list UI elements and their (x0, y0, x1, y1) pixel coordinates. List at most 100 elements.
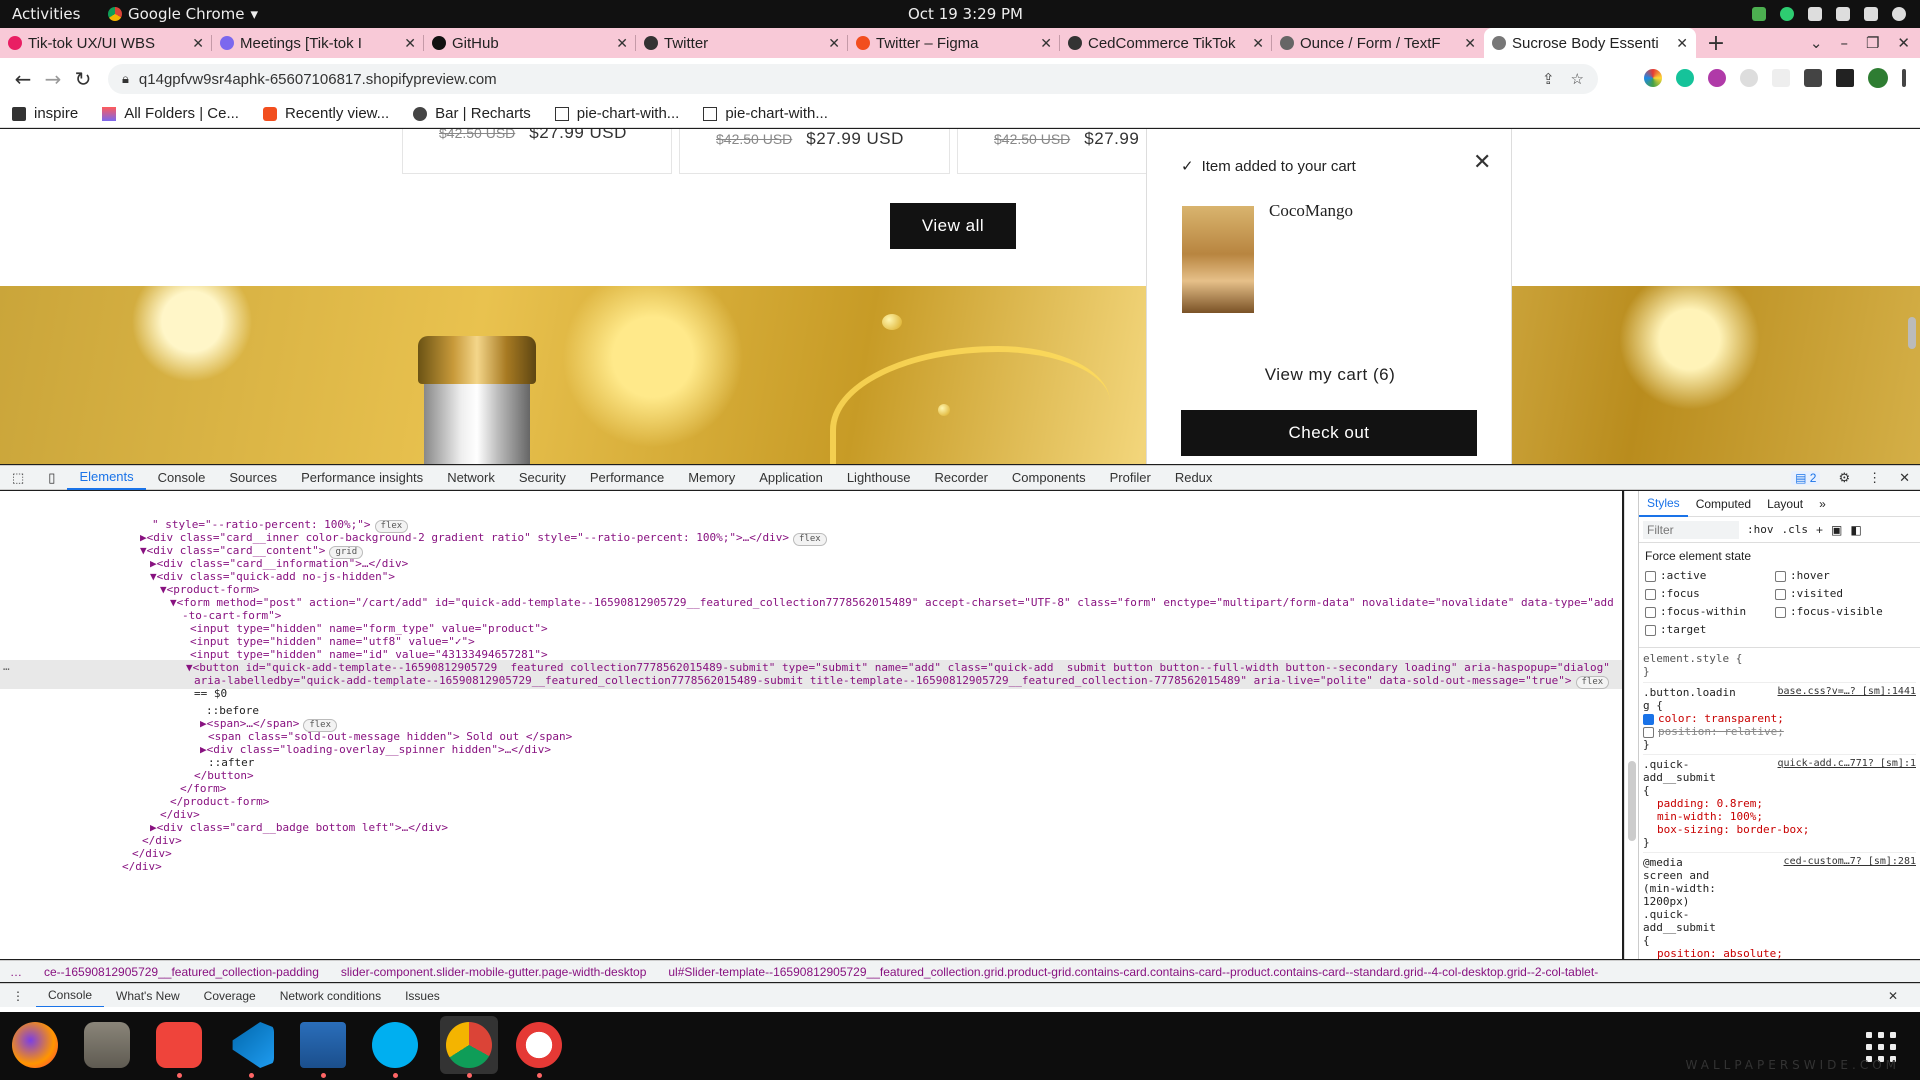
tab[interactable]: GitHub ✕ (424, 28, 636, 58)
close-drawer-icon[interactable]: ✕ (1876, 989, 1910, 1003)
view-cart-link[interactable]: View my cart (6) (1147, 365, 1513, 385)
view-all-button[interactable]: View all (890, 203, 1016, 249)
dom-node-line[interactable]: </div> (122, 859, 162, 875)
tab[interactable]: Meetings [Tik-tok I ✕ (212, 28, 424, 58)
restore-icon[interactable]: ❐ (1866, 34, 1879, 52)
property-checkbox[interactable] (1643, 726, 1654, 738)
drawer-tab-issues[interactable]: Issues (393, 989, 452, 1003)
tab-memory[interactable]: Memory (676, 465, 747, 490)
tab[interactable]: Twitter ✕ (636, 28, 848, 58)
close-icon[interactable]: ✕ (192, 35, 204, 52)
tab-lighthouse[interactable]: Lighthouse (835, 465, 923, 490)
bookmark-folder[interactable]: inspire (0, 105, 90, 122)
menu-kebab-icon[interactable] (1902, 69, 1906, 87)
text-extension-icon[interactable] (1772, 69, 1790, 87)
dom-node-line[interactable]: ▼<form method="post" action="/cart/add" … (170, 595, 1614, 611)
checkbox[interactable] (1645, 570, 1656, 582)
add-rule-icon[interactable]: + (1816, 523, 1823, 537)
tab-layout[interactable]: Layout (1759, 497, 1811, 511)
back-icon[interactable]: ← (8, 67, 38, 91)
dom-node-line[interactable]: ▶<div class="card__badge bottom left">…<… (150, 820, 448, 836)
style-rule[interactable]: quick-add.c…771? [sm]:1 .quick-add__submi… (1643, 755, 1916, 853)
task-icon[interactable] (516, 1022, 562, 1068)
state-visited[interactable]: :visited (1775, 587, 1883, 605)
tab-console[interactable]: Console (146, 465, 218, 490)
drawer-tab-network-conditions[interactable]: Network conditions (268, 989, 393, 1003)
forward-icon[interactable]: → (38, 67, 68, 91)
address-bar[interactable]: 🔒︎ q14gpfvw9sr4aphk-65607106817.shopifyp… (108, 64, 1598, 94)
extension-icon[interactable] (1708, 69, 1726, 87)
tab-active[interactable]: Sucrose Body Essenti ✕ (1484, 28, 1696, 58)
checkout-button[interactable]: Check out (1181, 410, 1477, 456)
breadcrumb[interactable]: slider-component.slider-mobile-gutter.pa… (341, 965, 646, 979)
app-menu[interactable]: Google Chrome ▾ (108, 5, 258, 23)
tab[interactable]: Ounce / Form / TextF ✕ (1272, 28, 1484, 58)
tab-network[interactable]: Network (435, 465, 507, 490)
layout-badge[interactable]: flex (1575, 676, 1610, 689)
elements-scrollbar[interactable] (1624, 491, 1638, 959)
drawer-menu-icon[interactable]: ⋮ (0, 989, 36, 1003)
close-icon[interactable]: ✕ (1464, 35, 1476, 52)
tab-search-icon[interactable]: ⌄ (1810, 34, 1823, 52)
bookmark[interactable]: Bar | Recharts (401, 105, 543, 122)
rule-source-link[interactable]: ced-custom…7? [sm]:281 (1784, 856, 1916, 867)
inspect-element-icon[interactable]: ⬚ (0, 465, 36, 490)
close-icon[interactable]: ✕ (1040, 35, 1052, 52)
tab-components[interactable]: Components (1000, 465, 1098, 490)
style-rule[interactable]: ced-custom…7? [sm]:281 @media screen and … (1643, 853, 1916, 959)
style-property[interactable]: color: transparent; (1643, 712, 1916, 725)
tab[interactable]: Tik-tok UX/UI WBS ✕ (0, 28, 212, 58)
drawer-tab-console[interactable]: Console (36, 984, 105, 1008)
state-active[interactable]: :active (1645, 569, 1775, 587)
system-tray[interactable] (1752, 7, 1906, 21)
breadcrumb-more-icon[interactable]: … (10, 965, 22, 979)
close-icon[interactable]: ✕ (1473, 149, 1491, 175)
close-icon[interactable]: ✕ (1252, 35, 1264, 52)
cls-toggle[interactable]: .cls (1782, 523, 1809, 536)
tab-performance[interactable]: Performance (578, 465, 676, 490)
close-icon[interactable]: ✕ (404, 35, 416, 52)
rule-source-link[interactable]: base.css?v=…? [sm]:1441 (1778, 686, 1916, 697)
reload-icon[interactable]: ↻ (68, 67, 98, 91)
tab[interactable]: Twitter – Figma ✕ (848, 28, 1060, 58)
rule-source-link[interactable]: quick-add.c…771? [sm]:1 (1778, 758, 1916, 769)
drawer-tab-coverage[interactable]: Coverage (192, 989, 268, 1003)
minimize-icon[interactable]: – (1840, 34, 1848, 52)
page-scrollbar[interactable] (1908, 317, 1916, 349)
anydesk-icon[interactable] (156, 1022, 202, 1068)
bookmark[interactable]: pie-chart-with... (543, 105, 692, 122)
state-focus[interactable]: :focus (1645, 587, 1775, 605)
checkbox[interactable] (1645, 606, 1656, 618)
firefox-icon[interactable] (12, 1022, 58, 1068)
close-window-icon[interactable]: ✕ (1897, 34, 1910, 52)
close-icon[interactable]: ✕ (1676, 35, 1688, 52)
puzzle-icon[interactable] (1804, 69, 1822, 87)
bookmark[interactable]: pie-chart-with... (691, 105, 840, 122)
tab-sources[interactable]: Sources (217, 465, 289, 490)
close-icon[interactable]: ✕ (616, 35, 628, 52)
more-options-icon[interactable]: ⋮ (1868, 470, 1881, 486)
bookmark[interactable]: Recently view... (251, 105, 401, 122)
close-icon[interactable]: ✕ (828, 35, 840, 52)
element-style-rule[interactable]: element.style {} (1643, 652, 1916, 683)
more-tabs-icon[interactable]: » (1811, 497, 1834, 511)
styles-filter-input[interactable]: Filter (1643, 520, 1739, 539)
tab-computed[interactable]: Computed (1688, 497, 1759, 511)
dom-node-line[interactable]: aria-labelledby="quick-add-template--165… (0, 673, 1622, 689)
layout-badge[interactable]: flex (793, 533, 827, 546)
product-card[interactable]: $42.50 USD $27.99 (957, 129, 1147, 174)
lock-icon[interactable]: 🔒︎ (122, 71, 129, 87)
breadcrumb[interactable]: ce--16590812905729__featured_collection-… (44, 965, 319, 979)
style-property[interactable]: min-width: 100%; (1643, 810, 1916, 823)
settings-gear-icon[interactable]: ⚙ (1838, 470, 1850, 486)
tab-application[interactable]: Application (747, 465, 835, 490)
checkbox[interactable] (1775, 606, 1786, 618)
activities-button[interactable]: Activities (12, 5, 80, 23)
scroll-thumb[interactable] (1628, 761, 1636, 841)
product-card[interactable]: $42.50 USD $27.99 USD (402, 129, 672, 174)
tab[interactable]: CedCommerce TikTok ✕ (1060, 28, 1272, 58)
checkbox[interactable] (1775, 588, 1786, 600)
side-panel-icon[interactable] (1836, 69, 1854, 87)
colorful-extension-icon[interactable] (1644, 69, 1662, 87)
style-property[interactable]: position: relative; (1643, 725, 1916, 738)
